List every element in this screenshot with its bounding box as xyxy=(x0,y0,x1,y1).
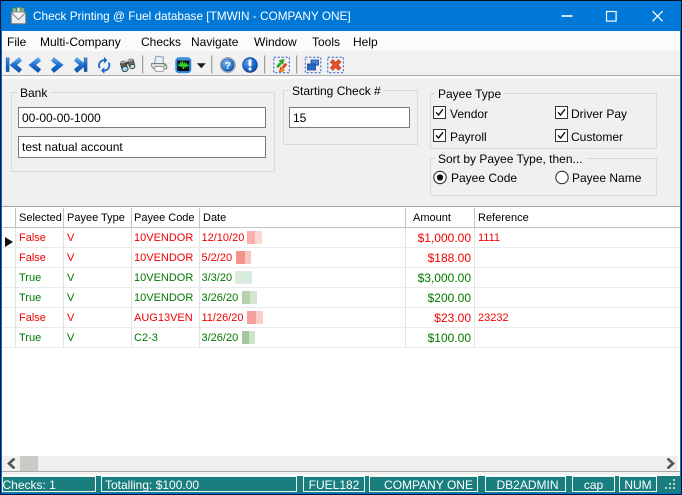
svg-text:?: ? xyxy=(225,60,231,72)
